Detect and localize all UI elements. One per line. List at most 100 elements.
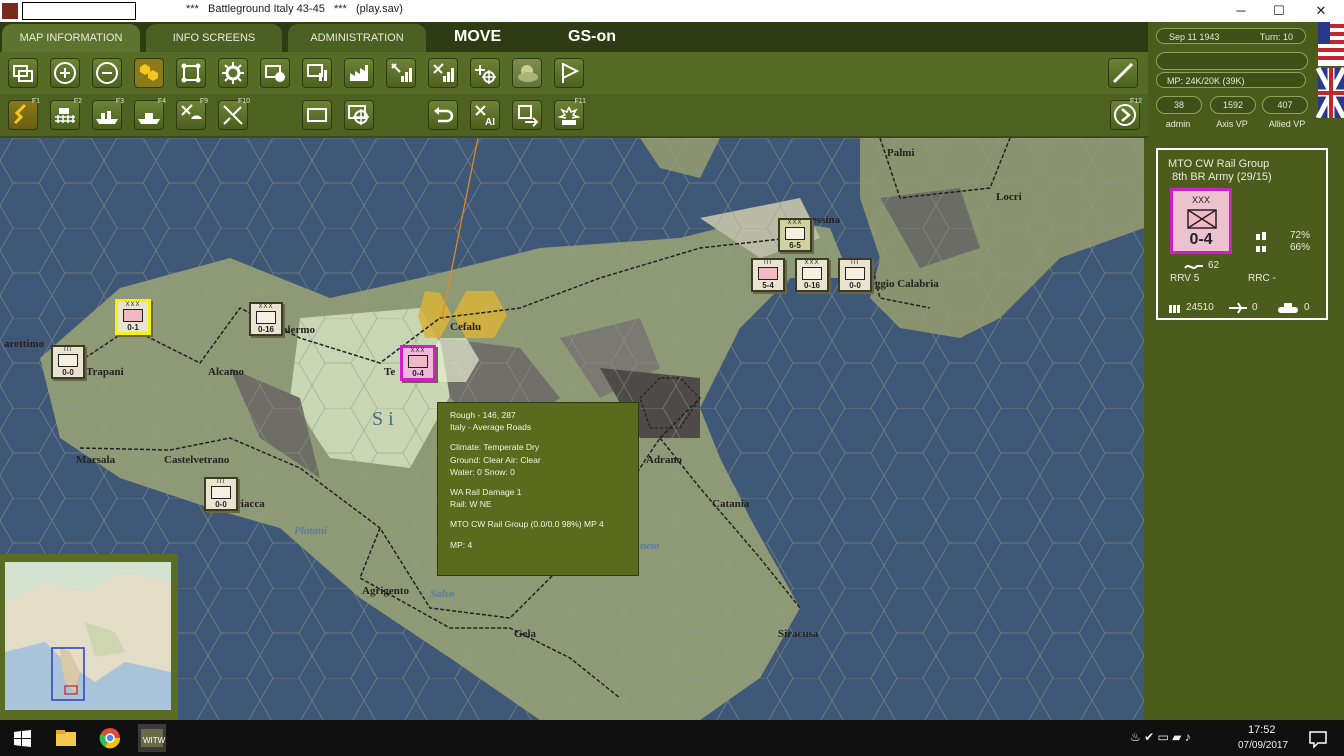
tooltip-rail-direction: Rail: W NE (450, 499, 492, 510)
air-strength-icon[interactable] (428, 58, 458, 88)
end-move-icon[interactable] (512, 100, 542, 130)
unit-counter[interactable]: III 0-0 (838, 258, 872, 292)
close-button[interactable]: ✕ (1306, 2, 1336, 20)
unit-symbol-icon (785, 227, 805, 240)
title-box (22, 2, 136, 20)
unit-card-men: 24510 (1186, 302, 1214, 313)
tray-icons[interactable]: ♨ ✔ ▭ ▰ ♪ (1130, 730, 1191, 744)
weather-icon[interactable] (512, 58, 542, 88)
move-path-icon[interactable]: F1 (8, 98, 40, 130)
city-cefalu: Cefalu (450, 321, 482, 333)
city-catania: Catania (712, 498, 750, 510)
unit-counter[interactable]: XXX 0-1 (115, 299, 151, 335)
frame-icon[interactable] (176, 58, 206, 88)
unit-card-supply: 62 (1208, 260, 1220, 271)
production-chart-icon[interactable] (344, 58, 374, 88)
city-trapani: Trapani (86, 366, 124, 378)
axis-vp-label: Axis VP (1216, 119, 1248, 129)
hex-grid-icon[interactable] (134, 58, 164, 88)
draw-line-icon[interactable] (1108, 58, 1138, 88)
admin-value: 38 (1156, 96, 1202, 114)
phase-move[interactable]: MOVE (454, 28, 501, 46)
unit-counter[interactable]: XXX 6-5 (778, 218, 812, 252)
wargame-app-icon[interactable]: WITW (138, 724, 166, 752)
unit-symbol-icon (256, 311, 276, 324)
city-alcamo: Alcamo (208, 366, 245, 378)
selected-unit-card: MTO CW Rail Group 8th BR Army (29/15) XX… (1156, 148, 1328, 320)
game-date: Sep 11 1943 (1169, 32, 1220, 42)
minimap-view[interactable] (5, 562, 171, 710)
unit-value: 0-16 (803, 281, 820, 290)
zoom-out-icon[interactable] (92, 58, 122, 88)
tab-info-screens[interactable]: INFO SCREENS (146, 24, 282, 52)
settings-gear-icon[interactable] (218, 58, 248, 88)
date-turn-display: Sep 11 1943 Turn: 10 (1156, 28, 1306, 44)
ai-move-icon[interactable]: AI (470, 100, 500, 130)
minimap[interactable] (0, 554, 178, 720)
tooltip-rail: WA Rail Damage 1 (450, 487, 522, 498)
clock-time[interactable]: 17:52 (1248, 724, 1276, 736)
paradrop-icon[interactable]: F9 (176, 98, 208, 130)
stack-view-icon[interactable] (8, 58, 38, 88)
target-move-icon[interactable] (470, 58, 500, 88)
unit-size: XXX (125, 302, 141, 308)
status-bar-empty (1156, 52, 1308, 70)
unit-counter-selected[interactable]: XXX 0-4 (400, 345, 436, 381)
unit-card-tanks: 0 (1304, 302, 1310, 313)
tab-administration[interactable]: ADMINISTRATION (288, 24, 426, 52)
unit-size: XXX (804, 260, 820, 266)
zoom-in-icon[interactable] (50, 58, 80, 88)
tab-row: MAP INFORMATION INFO SCREENS ADMINISTRAT… (0, 22, 1148, 52)
chrome-icon[interactable] (96, 724, 124, 752)
selected-unit-counter[interactable]: XXX 0-4 (1170, 188, 1232, 254)
unit-value: 0-0 (62, 368, 74, 377)
rail-move-icon[interactable]: F2 (50, 98, 82, 130)
city-adrano: Adrano (646, 454, 683, 466)
unit-overlay-icon[interactable] (260, 58, 290, 88)
city-palermo: alermo (282, 324, 315, 336)
unit-card-parent: 8th BR Army (29/15) (1172, 171, 1272, 183)
os-taskbar: WITW ♨ ✔ ▭ ▰ ♪ 17:52 07/09/2017 (0, 720, 1344, 756)
city-marettimo: arettimo (4, 338, 45, 350)
unit-card-rrc: RRC - (1248, 273, 1276, 284)
artillery-icon[interactable]: F11 (554, 98, 586, 130)
next-turn-icon[interactable]: F12 (1110, 98, 1142, 130)
air-attack-icon[interactable]: F10 (218, 98, 250, 130)
toolbar-row-2: F1 F2 F3 F4 F9 F10 AI F11 F12 (0, 94, 1148, 136)
minimize-button[interactable]: ─ (1226, 2, 1256, 20)
gs-toggle[interactable]: GS-on (568, 28, 616, 46)
maximize-button[interactable]: ☐ (1264, 2, 1294, 20)
amphib-move-icon[interactable]: F4 (134, 98, 166, 130)
notification-icon[interactable] (1304, 724, 1332, 752)
unit-counter[interactable]: III 0-0 (51, 345, 85, 379)
windows-start-icon[interactable] (8, 724, 36, 752)
file-explorer-icon[interactable] (52, 724, 80, 752)
unit-counter[interactable]: III 0-0 (204, 477, 238, 511)
chart-box-icon[interactable] (302, 58, 332, 88)
allied-vp-label: Allied VP (1268, 119, 1306, 129)
unit-value: 0-0 (849, 281, 861, 290)
river-simeto: neto (640, 540, 660, 552)
unit-counter[interactable]: III 5-4 (751, 258, 785, 292)
unit-counter[interactable]: XXX 0-16 (795, 258, 829, 292)
city-agrigento: Agrigento (362, 585, 410, 597)
app-icon (2, 3, 18, 19)
aircraft-icon (1229, 302, 1247, 314)
undo-icon[interactable] (428, 100, 458, 130)
air-signal-icon[interactable] (386, 58, 416, 88)
tooltip-region: Italy - Average Roads (450, 422, 532, 433)
unit-size: III (763, 260, 772, 266)
city-termini: Te (384, 366, 396, 378)
flag-icon[interactable] (554, 58, 584, 88)
naval-move-icon[interactable]: F3 (92, 98, 124, 130)
clock-date[interactable]: 07/09/2017 (1238, 740, 1288, 751)
unit-select-icon[interactable] (344, 100, 374, 130)
unit-size: III (63, 347, 72, 353)
unit-size: XXX (787, 220, 803, 226)
unit-symbol-icon (123, 309, 143, 322)
unit-counter[interactable]: XXX 0-16 (249, 302, 283, 336)
tab-map-information[interactable]: MAP INFORMATION (2, 24, 140, 52)
select-box-icon[interactable] (302, 100, 332, 130)
city-castelvetrano: Castelvetrano (164, 454, 230, 466)
side-panel: Sep 11 1943 Turn: 10 MP: 24K/20K (39K) 3… (1148, 22, 1344, 720)
